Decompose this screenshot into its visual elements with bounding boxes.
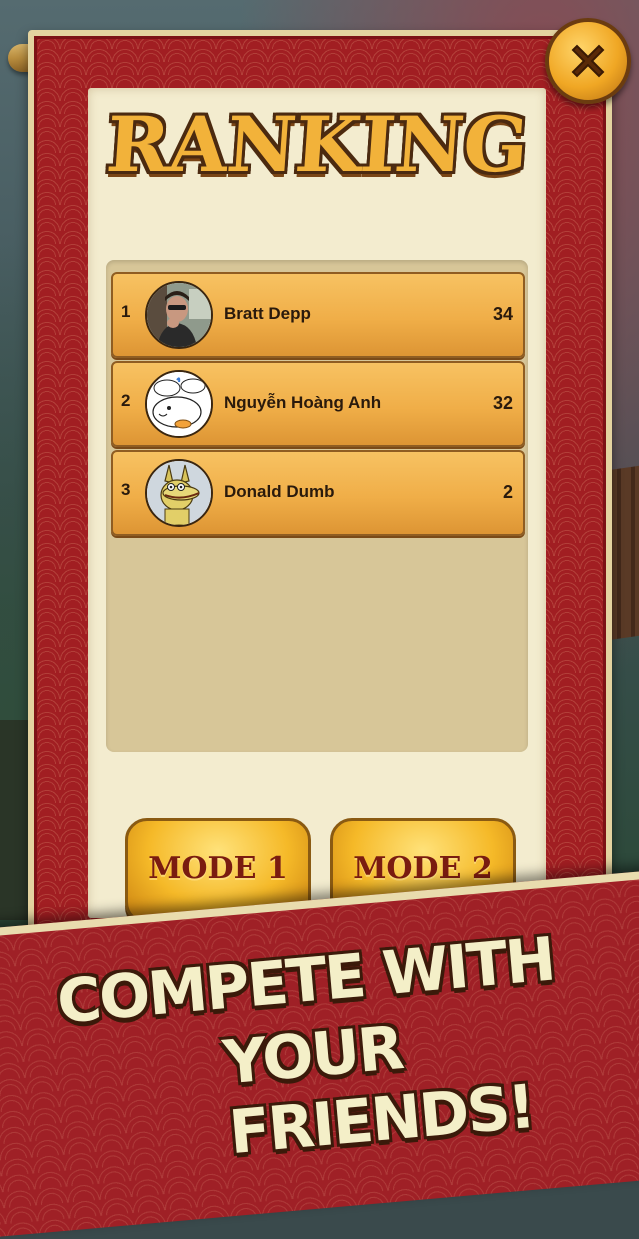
player-score: 34 — [492, 304, 513, 324]
avatar — [145, 459, 213, 527]
ranking-list: 1 Bratt Depp 34 2 Nguyễn Hoàng Anh 32 3 … — [106, 260, 528, 752]
player-name: Bratt Depp — [224, 304, 311, 323]
close-icon — [571, 44, 605, 78]
rank-number: 3 — [121, 480, 131, 499]
avatar — [145, 281, 213, 349]
player-score: 2 — [502, 482, 513, 502]
close-button[interactable] — [545, 18, 631, 104]
mode-2-label: MODE 2 — [353, 851, 493, 886]
rank-number: 1 — [121, 302, 131, 321]
ranking-row[interactable]: 3 Donald Dumb 2 — [111, 450, 525, 536]
player-name: Nguyễn Hoàng Anh — [224, 393, 382, 412]
avatar — [145, 370, 213, 438]
ranking-title: RANKING — [103, 100, 531, 189]
ranking-row[interactable]: 1 Bratt Depp 34 — [111, 272, 525, 358]
player-name: Donald Dumb — [224, 482, 335, 501]
cartoon-creature-icon — [147, 461, 211, 525]
mode-1-label: MODE 1 — [148, 851, 288, 886]
player-score: 32 — [492, 393, 513, 413]
ranking-row[interactable]: 2 Nguyễn Hoàng Anh 32 — [111, 361, 525, 447]
cartoon-bird-icon — [147, 372, 211, 436]
rank-number: 2 — [121, 391, 131, 410]
photo-avatar-icon — [147, 283, 211, 347]
